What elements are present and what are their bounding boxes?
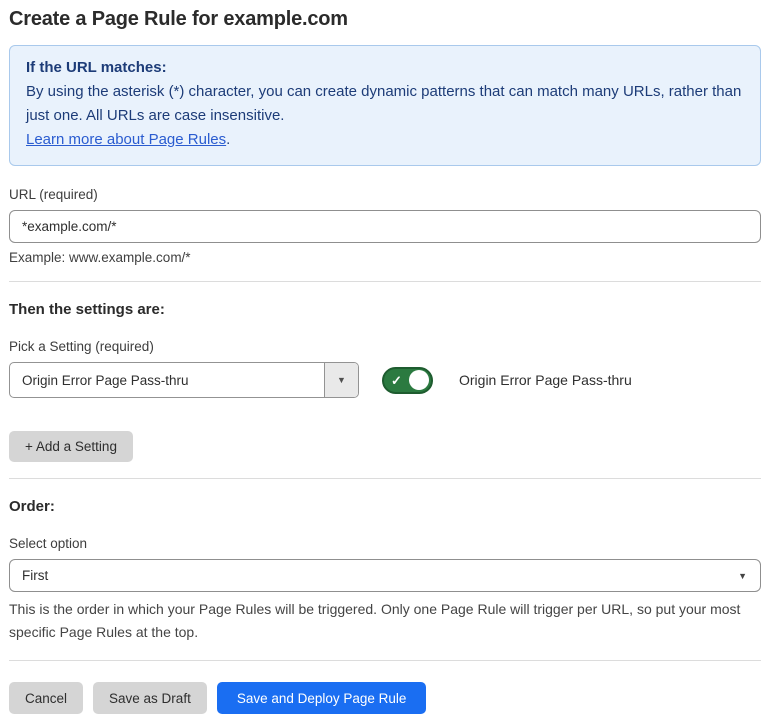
footer-actions: Cancel Save as Draft Save and Deploy Pag… <box>9 682 761 714</box>
toggle-knob <box>409 370 429 390</box>
setting-dropdown[interactable]: Origin Error Page Pass-thru ▼ <box>9 362 359 398</box>
settings-section-heading: Then the settings are: <box>9 301 165 318</box>
info-box-link-line: Learn more about Page Rules. <box>26 128 744 152</box>
setting-toggle[interactable]: ✓ <box>382 366 433 394</box>
divider <box>9 281 761 282</box>
url-field-label: URL (required) <box>9 187 98 202</box>
order-select[interactable]: First ▼ <box>9 559 761 592</box>
divider <box>9 660 761 661</box>
setting-toggle-label: Origin Error Page Pass-thru <box>459 372 632 388</box>
setting-toggle-wrap: ✓ Origin Error Page Pass-thru <box>382 366 632 394</box>
cancel-button[interactable]: Cancel <box>9 682 84 714</box>
pick-setting-label: Pick a Setting (required) <box>9 339 154 354</box>
page-title: Create a Page Rule for example.com <box>9 8 348 30</box>
page-rule-form: Create a Page Rule for example.com If th… <box>0 0 770 714</box>
info-box-body: By using the asterisk (*) character, you… <box>26 83 742 124</box>
select-option-label: Select option <box>9 536 88 551</box>
learn-more-link[interactable]: Learn more about Page Rules <box>26 131 226 148</box>
add-setting-button[interactable]: + Add a Setting <box>9 431 133 462</box>
setting-dropdown-value: Origin Error Page Pass-thru <box>22 372 189 388</box>
save-deploy-button[interactable]: Save and Deploy Page Rule <box>216 682 427 714</box>
info-box-heading: If the URL matches: <box>26 59 167 76</box>
chevron-down-icon: ▼ <box>738 570 747 581</box>
setting-dropdown-button[interactable]: ▼ <box>324 363 358 397</box>
order-helper-text: This is the order in which your Page Rul… <box>9 601 741 640</box>
save-draft-button[interactable]: Save as Draft <box>93 682 207 714</box>
link-period: . <box>226 131 231 148</box>
url-input[interactable] <box>9 210 761 243</box>
check-icon: ✓ <box>391 372 402 388</box>
chevron-down-icon: ▼ <box>337 375 346 385</box>
url-example-helper: Example: www.example.com/* <box>9 250 191 265</box>
setting-row: Origin Error Page Pass-thru ▼ ✓ Origin E… <box>9 362 761 398</box>
url-match-info-box: If the URL matches: By using the asteris… <box>9 45 761 166</box>
order-select-value: First <box>22 568 49 583</box>
order-section-heading: Order: <box>9 498 55 515</box>
divider <box>9 478 761 479</box>
